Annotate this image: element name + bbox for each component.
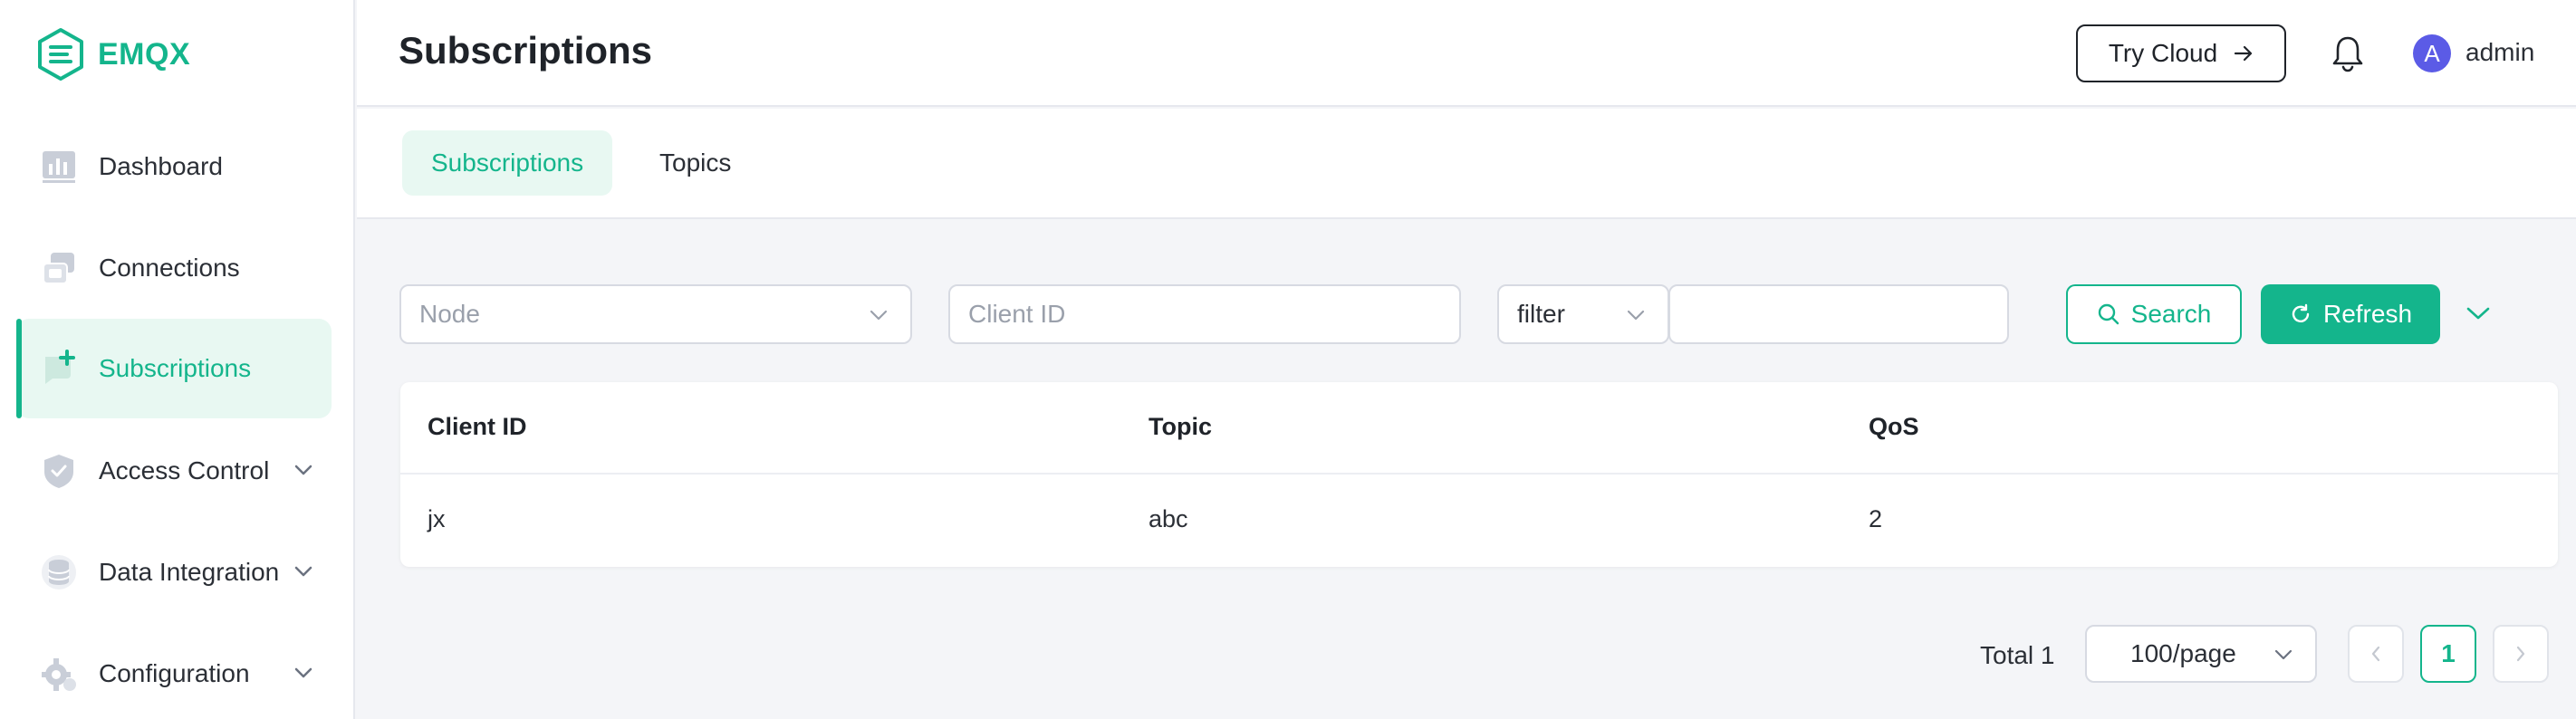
top-header: Subscriptions Try Cloud A admin bbox=[357, 0, 2576, 107]
sidebar-item-label: Subscriptions bbox=[99, 354, 252, 382]
table-header: Client ID Topic QoS bbox=[400, 382, 2558, 475]
filter-value-input[interactable] bbox=[1668, 284, 2009, 344]
sidebar-item-label: Access Control bbox=[99, 456, 270, 484]
filter-select[interactable]: filter bbox=[1497, 284, 1669, 344]
expand-filters-chevron-icon[interactable] bbox=[2465, 304, 2491, 322]
cell-qos: 2 bbox=[1869, 505, 1883, 532]
column-header-topic: Topic bbox=[1149, 413, 1212, 440]
next-page-button[interactable] bbox=[2493, 625, 2549, 683]
sidebar-item-label: Connections bbox=[99, 254, 240, 282]
sidebar-item-subscriptions[interactable]: Subscriptions bbox=[16, 319, 332, 418]
refresh-button[interactable]: Refresh bbox=[2261, 284, 2440, 344]
sidebar-item-configuration[interactable]: Configuration bbox=[16, 624, 332, 719]
shield-icon bbox=[44, 455, 73, 488]
chevron-down-icon bbox=[294, 465, 312, 475]
emqx-logo-icon bbox=[38, 28, 83, 81]
gear-icon bbox=[42, 658, 76, 691]
connections-icon bbox=[43, 253, 74, 284]
column-header-qos: QoS bbox=[1869, 413, 1919, 440]
search-button[interactable]: Search bbox=[2066, 284, 2242, 344]
client-id-placeholder: Client ID bbox=[968, 300, 1066, 328]
chevron-down-icon bbox=[1627, 310, 1645, 321]
sidebar-item-connections[interactable]: Connections bbox=[16, 218, 332, 318]
avatar[interactable]: A bbox=[2413, 34, 2451, 72]
prev-page-button[interactable] bbox=[2348, 625, 2404, 683]
tab-subscriptions[interactable]: Subscriptions bbox=[402, 130, 613, 196]
column-header-client-id: Client ID bbox=[428, 413, 527, 440]
subscriptions-icon bbox=[45, 350, 75, 384]
sidebar-item-access-control[interactable]: Access Control bbox=[16, 421, 332, 521]
cell-client-id[interactable]: jx bbox=[428, 505, 446, 533]
arrow-right-icon bbox=[2235, 45, 2253, 62]
bell-icon[interactable] bbox=[2330, 34, 2366, 72]
chevron-down-icon bbox=[870, 310, 888, 321]
username[interactable]: admin bbox=[2465, 38, 2534, 67]
search-button-label: Search bbox=[2130, 300, 2212, 328]
cell-topic: abc bbox=[1149, 505, 1188, 532]
refresh-icon bbox=[2292, 303, 2310, 322]
try-cloud-label: Try Cloud bbox=[2108, 39, 2218, 67]
page-number-current[interactable]: 1 bbox=[2420, 625, 2476, 683]
tab-bar: Subscriptions Topics bbox=[357, 109, 2576, 219]
database-icon bbox=[42, 555, 76, 590]
page-size-select[interactable]: 100/page bbox=[2085, 625, 2317, 683]
filter-select-value: filter bbox=[1517, 300, 1565, 328]
refresh-button-label: Refresh bbox=[2322, 300, 2413, 328]
node-select-placeholder: Node bbox=[419, 300, 480, 328]
sidebar-item-dashboard[interactable]: Dashboard bbox=[16, 117, 332, 216]
page-size-value: 100/page bbox=[2130, 639, 2236, 667]
total-count: Total 1 bbox=[1980, 641, 2055, 669]
sidebar-item-label: Dashboard bbox=[99, 152, 223, 180]
brand-name: EMQX bbox=[98, 36, 191, 72]
chevron-down-icon bbox=[294, 566, 312, 577]
node-select[interactable]: Node bbox=[399, 284, 912, 344]
chevron-left-icon bbox=[2371, 646, 2380, 662]
search-icon bbox=[2098, 303, 2119, 325]
brand[interactable]: EMQX bbox=[36, 27, 190, 81]
tab-topics[interactable]: Topics bbox=[630, 130, 760, 196]
try-cloud-button[interactable]: Try Cloud bbox=[2076, 24, 2286, 82]
subscriptions-table: Client ID Topic QoS jx abc 2 bbox=[400, 382, 2558, 567]
chevron-right-icon bbox=[2516, 646, 2525, 662]
chevron-down-icon bbox=[294, 667, 312, 678]
client-id-input[interactable]: Client ID bbox=[948, 284, 1461, 344]
sidebar-item-label: Configuration bbox=[99, 659, 250, 687]
page-title: Subscriptions bbox=[399, 29, 653, 72]
sidebar: EMQX Dashboard Connections Subscriptions bbox=[0, 0, 355, 719]
sidebar-item-label: Data Integration bbox=[99, 558, 280, 586]
chevron-down-icon bbox=[2274, 649, 2292, 660]
dashboard-icon bbox=[43, 151, 75, 183]
sidebar-item-data-integration[interactable]: Data Integration bbox=[16, 522, 332, 622]
